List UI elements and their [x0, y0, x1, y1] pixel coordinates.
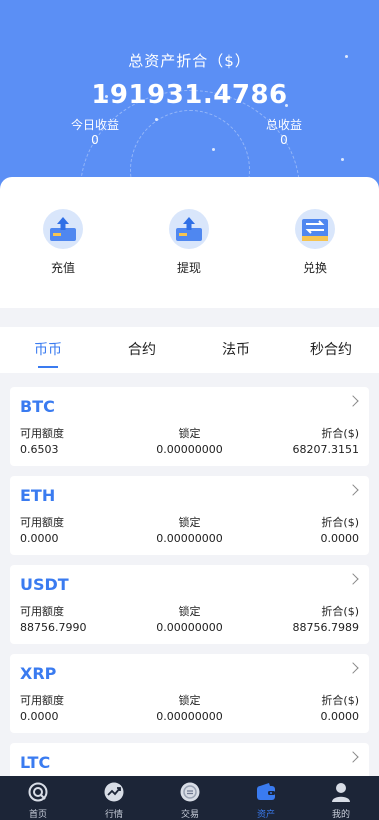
exchange-arrows-icon — [295, 209, 335, 249]
nav-profile-label: 我的 — [331, 810, 350, 820]
exchange-button[interactable]: 兑换 — [275, 209, 355, 276]
tab-second-contract[interactable]: 秒合约 — [302, 339, 360, 359]
asset-card-xrp[interactable]: XRP 可用额度 锁定 折合($) 0.0000 0.00000000 0.00… — [10, 654, 369, 733]
deposit-label: 充值 — [50, 261, 75, 275]
converted-label: 折合($) — [321, 516, 359, 529]
converted-label: 折合($) — [321, 694, 359, 707]
wallet-icon — [257, 783, 275, 800]
chevron-right-icon — [347, 395, 359, 407]
decorative-dot — [212, 148, 215, 151]
locked-value: 0.00000000 — [156, 532, 223, 545]
nav-assets-label: 资产 — [256, 810, 275, 820]
converted-value: 0.0000 — [320, 532, 360, 545]
nav-profile[interactable]: 我的 — [303, 776, 379, 820]
quick-actions: 充值 提现 兑换 — [0, 177, 379, 308]
today-income: 今日收益 0 — [62, 118, 128, 148]
asset-symbol: BTC — [20, 397, 55, 416]
withdraw-label: 提现 — [176, 261, 201, 275]
exchange-label: 兑换 — [302, 261, 327, 275]
locked-value: 0.00000000 — [156, 710, 223, 723]
nav-trade-label: 交易 — [180, 810, 199, 820]
nav-trade[interactable]: 交易 — [152, 776, 228, 820]
trade-icon — [180, 782, 200, 802]
total-income: 总收益 0 — [252, 118, 316, 148]
total-assets-value: 191931.4786 — [91, 80, 288, 110]
converted-label: 折合($) — [321, 427, 359, 440]
chevron-right-icon — [347, 751, 359, 763]
home-icon — [28, 782, 48, 802]
withdraw-button[interactable]: 提现 — [149, 209, 229, 276]
user-icon — [332, 783, 350, 802]
account-tabs: 币币 合约 法币 秒合约 — [0, 327, 379, 373]
nav-home-label: 首页 — [28, 810, 47, 820]
tab-spot[interactable]: 币币 — [26, 339, 70, 359]
asset-symbol: USDT — [20, 575, 69, 594]
tab-contract[interactable]: 合约 — [120, 339, 164, 359]
converted-label: 折合($) — [321, 605, 359, 618]
asset-card-usdt[interactable]: USDT 可用额度 锁定 折合($) 88756.7990 0.00000000… — [10, 565, 369, 644]
total-income-label: 总收益 — [265, 118, 302, 132]
asset-card-btc[interactable]: BTC 可用额度 锁定 折合($) 0.6503 0.00000000 6820… — [10, 387, 369, 466]
deposit-button[interactable]: 充值 — [23, 209, 103, 276]
upload-tray-icon — [169, 209, 209, 249]
converted-value: 88756.7989 — [292, 621, 359, 634]
upload-tray-icon — [43, 209, 83, 249]
total-income-value: 0 — [280, 133, 288, 147]
total-assets-title: 总资产折合（$） — [128, 52, 251, 70]
chevron-right-icon — [347, 573, 359, 585]
locked-label: 锁定 — [178, 516, 201, 529]
asset-symbol: ETH — [20, 486, 56, 505]
converted-value: 68207.3151 — [292, 443, 359, 456]
asset-card-eth[interactable]: ETH 可用额度 锁定 折合($) 0.0000 0.00000000 0.00… — [10, 476, 369, 555]
chevron-right-icon — [347, 662, 359, 674]
nav-market[interactable]: 行情 — [76, 776, 152, 820]
locked-label: 锁定 — [178, 605, 201, 618]
converted-value: 0.0000 — [320, 710, 360, 723]
asset-summary-header: 总资产折合（$） 191931.4786 今日收益 0 总收益 0 — [0, 0, 379, 200]
nav-assets[interactable]: 资产 — [228, 776, 304, 820]
active-tab-indicator — [38, 366, 58, 368]
locked-label: 锁定 — [178, 427, 201, 440]
today-income-value: 0 — [91, 133, 99, 147]
chevron-right-icon — [347, 484, 359, 496]
decorative-dot — [341, 158, 344, 161]
nav-home[interactable]: 首页 — [0, 776, 76, 820]
nav-market-label: 行情 — [104, 810, 123, 820]
asset-symbol: XRP — [20, 664, 57, 683]
today-income-label: 今日收益 — [70, 118, 119, 132]
locked-label: 锁定 — [178, 694, 201, 707]
asset-symbol: LTC — [20, 753, 51, 772]
decorative-dot — [155, 118, 158, 121]
bottom-navigation: 首页 行情 交易 资产 我的 — [0, 776, 379, 820]
tab-fiat[interactable]: 法币 — [214, 339, 258, 359]
market-chart-icon — [104, 782, 124, 802]
